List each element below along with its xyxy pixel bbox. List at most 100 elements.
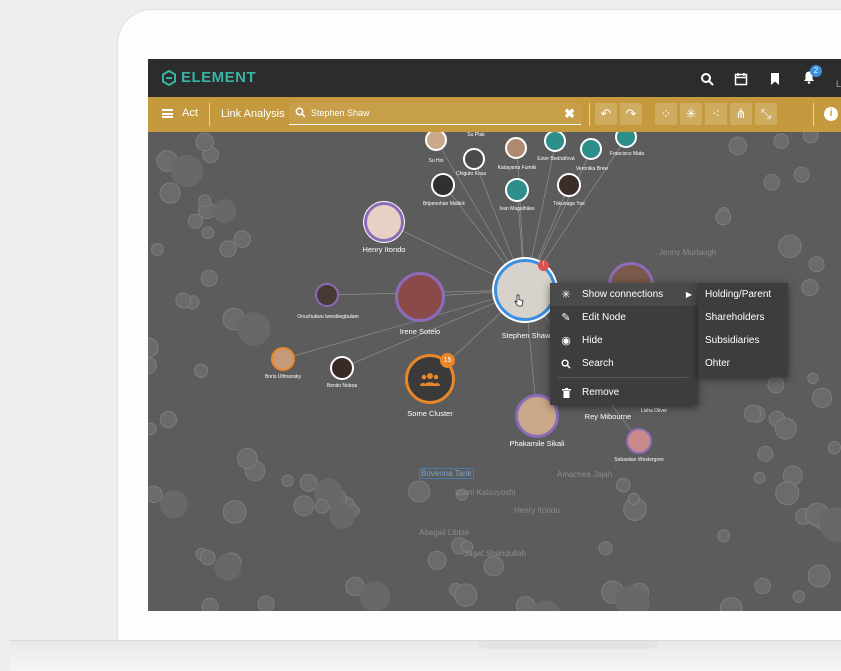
- node-henry-itondo[interactable]: [364, 202, 404, 242]
- node-katayama[interactable]: [505, 137, 527, 159]
- menu-item-edit-node[interactable]: ✎ Edit Node: [550, 306, 698, 329]
- node-label: Irene Sotelo: [399, 327, 441, 336]
- node-label: Veronika Brew: [575, 166, 609, 172]
- eye-slash-icon: ◉: [561, 335, 571, 347]
- search-icon: [295, 107, 306, 118]
- star-layout-icon[interactable]: ✳: [680, 103, 702, 125]
- connections-icon: ✳: [561, 289, 571, 301]
- node-label: Su Ptak: [467, 132, 485, 138]
- node-chiguto[interactable]: [463, 148, 485, 170]
- toolbar-divider: [209, 103, 210, 126]
- bg-node-label: Jenny Murtaugh: [659, 248, 717, 257]
- menu-item-remove[interactable]: Remove: [550, 381, 698, 404]
- module-title: Link Analysis: [221, 108, 285, 120]
- bg-node-label: Bovenna Tank: [419, 468, 474, 479]
- menu-item-search[interactable]: Search: [550, 352, 698, 375]
- node-context-menu: ✳ Show connections ▶ ✎ Edit Node ◉ Hide …: [550, 283, 698, 405]
- node-label: Benito Noboa: [326, 383, 358, 389]
- group-icon: [420, 373, 440, 386]
- node-sebastian[interactable]: [626, 428, 652, 454]
- action-toolbar: Act Link Analysis Stephen Shaw ✖ ↶ ↷ ⁘ ✳…: [148, 97, 841, 132]
- clear-search-icon[interactable]: ✖: [564, 106, 575, 122]
- cluster-layout-icon[interactable]: ⁖: [705, 103, 727, 125]
- bg-node-label: Jagat Shahdullah: [464, 549, 526, 558]
- laptop-notch: [478, 641, 658, 649]
- pencil-icon: ✎: [561, 312, 571, 324]
- brand-logo[interactable]: ELEMENT: [162, 69, 256, 86]
- hamburger-icon: [162, 108, 173, 118]
- node-label: Rey Mibourne: [584, 412, 632, 421]
- alert-badge: !: [538, 260, 549, 271]
- header-actions: 2 L: [700, 64, 841, 89]
- node-irene-sotelo[interactable]: [395, 272, 445, 322]
- show-connections-submenu: Holding/Parent Shareholders Subsidiaries…: [698, 283, 788, 377]
- node-benito[interactable]: [330, 356, 354, 380]
- graph-search-field[interactable]: Stephen Shaw ✖: [289, 103, 581, 125]
- bookmark-icon[interactable]: [768, 72, 782, 86]
- graph-layout-icon[interactable]: ⁘: [655, 103, 677, 125]
- node-label: Brijamohan Mallick: [423, 201, 465, 207]
- top-header: ELEMENT 2 L: [148, 59, 841, 97]
- menu-item-label: Show connections: [582, 289, 664, 300]
- act-menu-button[interactable]: Act: [162, 107, 198, 119]
- calendar-icon[interactable]: [734, 72, 748, 86]
- node-tokunaga[interactable]: [557, 173, 581, 197]
- submenu-item-label: Subsidiaries: [705, 335, 760, 346]
- node-label: Phakamile Sikali: [509, 439, 565, 448]
- node-veronika[interactable]: [580, 138, 602, 160]
- submenu-item-other[interactable]: Ohter: [698, 352, 788, 375]
- bg-node-label: Izumi Katsuyoshi: [455, 488, 516, 497]
- submenu-item-shareholders[interactable]: Shareholders: [698, 306, 788, 329]
- submenu-item-label: Holding/Parent: [705, 289, 772, 300]
- diagonal-layout-icon[interactable]: ⤡: [755, 103, 777, 125]
- node-label: Chiguto Kosa: [455, 171, 487, 177]
- pointer-cursor-icon: [514, 294, 524, 307]
- menu-item-label: Edit Node: [582, 312, 626, 323]
- node-label: Boris Ulfmansky: [264, 374, 302, 380]
- search-icon: [560, 358, 572, 370]
- node-label: Su Hoi: [428, 158, 444, 164]
- node-label: Ester Bednářová: [537, 156, 575, 162]
- brand-logo-icon: [162, 69, 176, 86]
- menu-item-show-connections[interactable]: ✳ Show connections ▶: [550, 283, 698, 306]
- hierarchy-layout-icon[interactable]: ⋔: [730, 103, 752, 125]
- user-menu[interactable]: L: [836, 79, 841, 89]
- node-label: Katayama Fumiki: [497, 165, 537, 171]
- graph-canvas[interactable]: Su Hoi Su Ptak Katayama Fumiki Ester Bed…: [148, 132, 841, 611]
- trash-icon: [560, 387, 572, 399]
- redo-icon[interactable]: ↷: [620, 103, 642, 125]
- act-label: Act: [182, 107, 198, 119]
- submenu-item-holding-parent[interactable]: Holding/Parent: [698, 283, 788, 306]
- toolbar-divider: [813, 103, 814, 126]
- node-label: Stephen Shaw: [501, 331, 551, 340]
- bg-node-label: Amachea Jajah: [557, 470, 613, 479]
- node-label: Lisha Oliver: [640, 408, 668, 414]
- chevron-right-icon: ▶: [685, 290, 692, 299]
- menu-item-hide[interactable]: ◉ Hide: [550, 329, 698, 352]
- search-value: Stephen Shaw: [311, 108, 370, 118]
- notifications[interactable]: 2: [802, 64, 822, 89]
- node-onuchukwu[interactable]: [315, 283, 339, 307]
- node-label: Francisco Mata: [609, 151, 645, 157]
- graph-tools: ↶ ↷ ⁘ ✳ ⁖ ⋔ ⤡: [595, 103, 777, 125]
- node-label: Ivan Magalhães: [499, 206, 535, 212]
- cluster-count-badge: 15: [440, 353, 455, 368]
- menu-item-label: Hide: [582, 335, 603, 346]
- node-boris[interactable]: [271, 347, 295, 371]
- node-ivan[interactable]: [505, 178, 529, 202]
- undo-icon[interactable]: ↶: [595, 103, 617, 125]
- node-label: Henry Itondo: [362, 245, 406, 254]
- node-label: Sebastian Westergren: [614, 457, 664, 463]
- search-icon[interactable]: [700, 72, 714, 86]
- submenu-item-subsidiaries[interactable]: Subsidiaries: [698, 329, 788, 352]
- notification-badge: 2: [809, 64, 822, 77]
- laptop-base: [10, 640, 841, 671]
- bg-node-label: Abagail Libbie: [419, 528, 470, 537]
- node-brijamohan[interactable]: [431, 173, 455, 197]
- submenu-item-label: Shareholders: [705, 312, 765, 323]
- app-screen: ELEMENT 2 L Act Link Analysis Stephen Sh…: [148, 59, 841, 611]
- menu-item-label: Search: [582, 358, 614, 369]
- bg-node-label: Henry Itondo: [514, 506, 560, 515]
- submenu-item-label: Ohter: [705, 358, 731, 369]
- info-icon[interactable]: i: [824, 107, 838, 121]
